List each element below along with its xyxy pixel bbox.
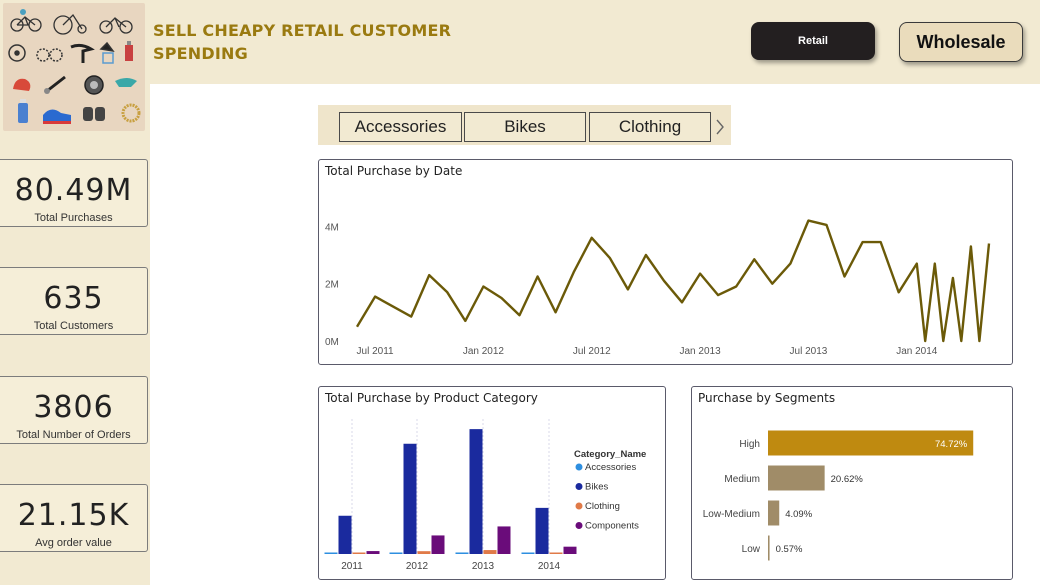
bar-clothing-2013[interactable] <box>483 550 497 554</box>
category-label: High <box>739 439 760 450</box>
bar-bikes-2012[interactable] <box>403 443 417 554</box>
data-label: 4.09% <box>785 509 812 520</box>
bar-components-2011[interactable] <box>366 551 380 554</box>
category-bar-chart: 2011 2012 2013 2014 Category_Name Accessories… <box>324 419 646 572</box>
legend-item[interactable]: Clothing <box>585 501 620 512</box>
legend-title: Category_Name <box>574 449 646 460</box>
y-tick-label: 0M <box>325 337 339 348</box>
kpi-value: 3806 <box>33 390 114 425</box>
bar-clothing-2012[interactable] <box>417 551 431 554</box>
kpi-card-total-orders: 3806 Total Number of Orders <box>0 376 148 444</box>
bar-bikes-2011[interactable] <box>338 515 352 554</box>
kpi-card-total-customers: 635 Total Customers <box>0 267 148 335</box>
kpi-card-avg-order-value: 21.15K Avg order value <box>0 484 148 552</box>
bar-accessories-2014[interactable] <box>521 552 535 555</box>
segment-bar-low-medium[interactable] <box>768 500 780 526</box>
bar-components-2014[interactable] <box>563 546 577 554</box>
series-line[interactable] <box>355 219 991 343</box>
category-slicer: Accessories Bikes Clothing <box>318 105 731 145</box>
data-label: 20.62% <box>831 474 864 485</box>
legend-marker <box>575 522 583 529</box>
y-tick-label: 2M <box>325 280 339 291</box>
legend-item[interactable]: Bikes <box>585 482 608 493</box>
kpi-label: Total Number of Orders <box>16 429 131 441</box>
x-tick-label: Jan 2014 <box>896 346 938 357</box>
segments-chart-panel: Purchase by Segments High 74.72% Medium 20.… <box>691 386 1013 580</box>
category-label: Medium <box>724 474 760 485</box>
category-label: Low-Medium <box>703 509 760 520</box>
data-label: 74.72% <box>935 439 968 450</box>
segment-bar-low[interactable] <box>768 535 770 561</box>
bar-bikes-2014[interactable] <box>535 507 549 554</box>
line-chart: 0M 2M 4M Jul 2011 Jan 2012 Jul 2012 Jan 2013 Ju… <box>325 219 991 357</box>
bar-clothing-2011[interactable] <box>352 552 366 555</box>
slicer-item-clothing[interactable]: Clothing <box>589 112 711 142</box>
x-tick-label: Jan 2013 <box>680 346 722 357</box>
legend-marker <box>575 502 583 510</box>
bar-bikes-2013[interactable] <box>469 429 483 554</box>
chevron-right-icon[interactable] <box>714 117 726 137</box>
retail-button[interactable]: Retail <box>751 22 875 60</box>
legend-item[interactable]: Components <box>585 521 639 532</box>
kpi-label: Avg order value <box>35 537 112 549</box>
x-tick-label: Jan 2012 <box>463 346 505 357</box>
legend-marker <box>575 483 583 490</box>
segments-bar-chart: High 74.72% Medium 20.62% Low-Medium 4.09% Low… <box>703 430 974 561</box>
x-tick-label: 2011 <box>341 561 363 572</box>
x-tick-label: 2014 <box>538 561 561 572</box>
bicycle-icon <box>10 9 133 35</box>
segment-bar-medium[interactable] <box>768 465 825 491</box>
legend-item[interactable]: Accessories <box>585 462 636 473</box>
x-tick-label: 2012 <box>406 561 429 572</box>
x-tick-label: Jul 2012 <box>573 346 611 357</box>
bike-parts-logo <box>3 3 145 131</box>
title-line-1: SELL CHEAPY RETAIL CUSTOMER <box>153 21 452 40</box>
kpi-card-total-purchases: 80.49M Total Purchases <box>0 159 148 227</box>
dashboard-title: SELL CHEAPY RETAIL CUSTOMER SPENDING <box>153 19 453 65</box>
bar-accessories-2012[interactable] <box>389 552 403 555</box>
wholesale-button[interactable]: Wholesale <box>899 22 1023 62</box>
data-label: 0.57% <box>776 544 803 555</box>
bar-components-2012[interactable] <box>431 535 445 554</box>
category-label: Low <box>742 544 761 555</box>
kpi-label: Total Purchases <box>34 212 113 224</box>
bar-components-2013[interactable] <box>497 526 511 554</box>
line-chart-panel: Total Purchase by Date 0M 2M 4M Jul 2011 Jan… <box>318 159 1013 365</box>
y-tick-label: 4M <box>325 222 339 233</box>
kpi-value: 635 <box>43 281 104 316</box>
x-tick-label: Jul 2011 <box>357 346 395 357</box>
title-line-2: SPENDING <box>153 44 248 63</box>
slicer-item-accessories[interactable]: Accessories <box>339 112 462 142</box>
kpi-value: 21.15K <box>17 498 130 533</box>
x-tick-label: 2013 <box>472 561 495 572</box>
bar-clothing-2014[interactable] <box>549 552 563 555</box>
bar-accessories-2013[interactable] <box>455 552 469 554</box>
kpi-label: Total Customers <box>33 320 114 332</box>
legend-marker <box>575 463 583 471</box>
bar-accessories-2011[interactable] <box>324 552 338 555</box>
slicer-item-bikes[interactable]: Bikes <box>464 112 586 142</box>
kpi-value: 80.49M <box>14 173 133 208</box>
x-tick-label: Jul 2013 <box>790 346 828 357</box>
category-chart-panel: Total Purchase by Product Category 2011 2… <box>318 386 666 580</box>
